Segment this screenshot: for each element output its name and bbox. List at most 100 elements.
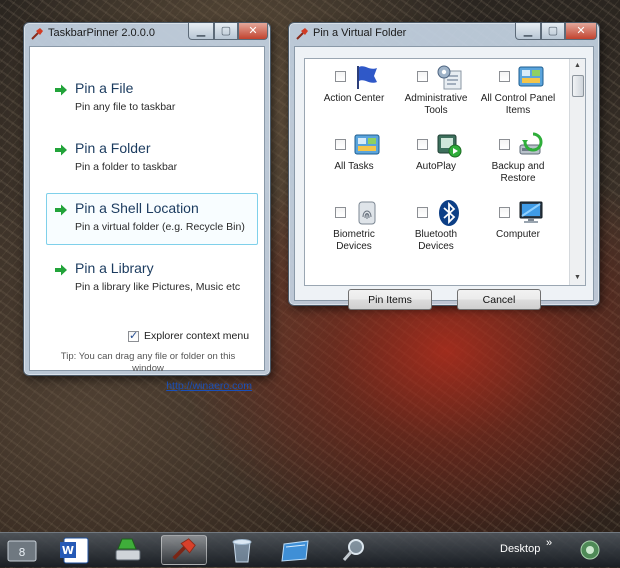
vf-item-action-center[interactable]: Action Center [315, 63, 393, 129]
minimize-icon: ▁ [523, 25, 533, 37]
minimize-icon: ▁ [196, 25, 206, 37]
close-icon: ✕ [576, 25, 586, 37]
show-desktop-button[interactable] [572, 536, 608, 564]
pin-folder-button[interactable]: Pin a Folder Pin a folder to taskbar [46, 133, 258, 185]
vf-title: Pin a Virtual Folder [313, 27, 407, 39]
arrow-right-icon [55, 264, 67, 276]
autoplay-icon [437, 134, 462, 158]
fingerprint-icon [358, 201, 376, 225]
arrow-right-icon [55, 84, 67, 96]
maximize-button[interactable]: ▢ [541, 23, 565, 40]
pin-app-icon [296, 28, 308, 40]
taskbarpinner-window: TaskbarPinner 2.0.0.0 ▁ ▢ ✕ Pin a File P… [23, 22, 271, 392]
close-button[interactable]: ✕ [238, 23, 268, 40]
pinner-client-area: Pin a File Pin any file to taskbar Pin a… [29, 46, 265, 392]
item-label: Action Center [323, 93, 385, 104]
pin-shell-location-desc: Pin a virtual folder (e.g. Recycle Bin) [75, 221, 245, 233]
vf-titlebar[interactable]: Pin a Virtual Folder ▁ ▢ ✕ [289, 23, 599, 45]
item-checkbox[interactable] [499, 207, 510, 218]
pin-folder-title: Pin a Folder [75, 140, 151, 156]
vf-scrollbar[interactable]: ▲ ▼ [569, 59, 585, 285]
drag-tip: Tip: You can drag any file or folder on … [60, 351, 236, 374]
cancel-button[interactable]: Cancel [457, 289, 541, 310]
explorer-context-menu-checkbox[interactable] [128, 329, 139, 342]
close-icon: ✕ [248, 25, 258, 37]
vf-item-all-tasks[interactable]: All Tasks [315, 131, 393, 197]
item-label: All Control Panel Items [480, 93, 556, 116]
magnifier-icon [342, 539, 364, 561]
pin-shell-location-title: Pin a Shell Location [75, 200, 199, 216]
pin-library-title: Pin a Library [75, 260, 154, 276]
item-checkbox[interactable] [335, 139, 346, 150]
pin-file-button[interactable]: Pin a File Pin any file to taskbar [46, 73, 258, 125]
item-label: Administrative Tools [404, 93, 468, 116]
vf-item-administrative-tools[interactable]: Administrative Tools [397, 63, 475, 129]
vf-item-bluetooth-devices[interactable]: Bluetooth Devices [397, 199, 475, 265]
svg-text:8: 8 [19, 546, 26, 559]
item-label: Bluetooth Devices [414, 229, 458, 252]
close-button[interactable]: ✕ [565, 23, 597, 40]
desktop-folder-icon [281, 540, 309, 562]
arrow-right-icon [55, 204, 67, 216]
pin-file-title: Pin a File [75, 80, 134, 96]
pin-library-desc: Pin a library like Pictures, Music etc [75, 281, 241, 293]
bluetooth-icon [439, 200, 459, 226]
vf-item-biometric-devices[interactable]: Biometric Devices [315, 199, 393, 265]
pin-items-button[interactable]: Pin Items [348, 289, 432, 310]
control-panel-icon [518, 66, 544, 87]
magnifier-button[interactable] [334, 535, 374, 565]
desktop-toolbar[interactable]: Desktop » [494, 537, 556, 561]
minimize-button[interactable]: ▁ [188, 23, 214, 40]
vf-item-backup-and-restore[interactable]: Backup and Restore [479, 131, 557, 197]
item-checkbox[interactable] [335, 71, 346, 82]
desktop-chevron-icon[interactable]: » [546, 537, 552, 549]
pin-app-icon [31, 28, 43, 40]
maximize-icon: ▢ [220, 25, 232, 37]
virtual-folder-list[interactable]: Action Center Administrative Tools All C… [304, 58, 586, 286]
computer-icon [519, 201, 543, 223]
vf-item-all-control-panel-items[interactable]: All Control Panel Items [479, 63, 557, 129]
desktop-label: Desktop [500, 543, 541, 555]
item-checkbox[interactable] [417, 71, 428, 82]
maximize-icon: ▢ [547, 25, 559, 37]
item-label: Computer [496, 229, 540, 240]
taskbar: 8 W Desktop » [0, 532, 620, 567]
explorer-context-menu-option[interactable]: Explorer context menu [128, 329, 258, 344]
vf-item-autoplay[interactable]: AutoPlay [397, 131, 475, 197]
drive-button[interactable] [108, 535, 148, 565]
start-app-button[interactable]: 8 [2, 535, 42, 565]
maximize-button[interactable]: ▢ [214, 23, 238, 40]
start-app-icon: 8 [7, 540, 37, 562]
virtual-folder-window: Pin a Virtual Folder ▁ ▢ ✕ Action Center [288, 22, 600, 310]
item-checkbox[interactable] [417, 207, 428, 218]
desktop-folder-button[interactable] [276, 535, 316, 565]
pin-library-button[interactable]: Pin a Library Pin a library like Picture… [46, 253, 258, 305]
taskbarpinner-icon [172, 538, 196, 560]
minimize-button[interactable]: ▁ [515, 23, 541, 40]
recycle-bin-icon [232, 539, 252, 563]
scroll-thumb[interactable] [572, 75, 584, 97]
arrow-right-icon [55, 144, 67, 156]
item-checkbox[interactable] [335, 207, 346, 218]
item-label: All Tasks [334, 161, 374, 172]
item-label: Biometric Devices [333, 229, 375, 252]
item-checkbox[interactable] [499, 139, 510, 150]
control-panel-icon [354, 134, 380, 155]
word-button[interactable]: W [55, 535, 95, 565]
vf-client-area: Action Center Administrative Tools All C… [294, 46, 594, 310]
pinner-title: TaskbarPinner 2.0.0.0 [48, 27, 156, 39]
scroll-down-button[interactable]: ▼ [570, 271, 585, 285]
scroll-up-button[interactable]: ▲ [570, 59, 585, 73]
drive-icon [115, 538, 141, 561]
pin-shell-location-button[interactable]: Pin a Shell Location Pin a virtual folde… [46, 193, 258, 245]
recycle-bin-button[interactable] [222, 535, 262, 565]
taskbarpinner-button[interactable] [161, 535, 207, 565]
winaero-link[interactable]: http://winaero.com [166, 380, 252, 392]
word-icon: W [60, 537, 89, 564]
item-checkbox[interactable] [417, 139, 428, 150]
pinner-titlebar[interactable]: TaskbarPinner 2.0.0.0 ▁ ▢ ✕ [24, 23, 270, 45]
pin-file-desc: Pin any file to taskbar [75, 101, 176, 113]
explorer-context-menu-label: Explorer context menu [144, 330, 250, 342]
item-checkbox[interactable] [499, 71, 510, 82]
vf-item-computer[interactable]: Computer [479, 199, 557, 265]
